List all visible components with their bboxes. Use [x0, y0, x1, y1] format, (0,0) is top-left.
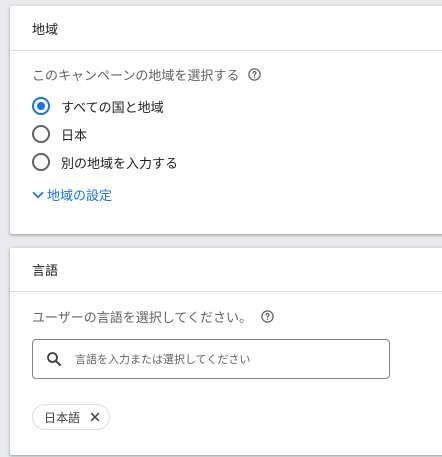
help-icon[interactable] — [247, 67, 262, 82]
languages-title: 言語 — [32, 264, 59, 279]
languages-card-header: 言語 — [10, 248, 442, 292]
language-search-box[interactable] — [32, 339, 390, 379]
language-search-input[interactable] — [73, 351, 377, 367]
language-chip: 日本語 — [32, 404, 111, 430]
radio-label: 別の地域を入力する — [61, 156, 179, 172]
radio-label: すべての国と地域 — [61, 100, 164, 116]
selected-languages: 日本語 — [32, 404, 442, 430]
radio-button[interactable] — [32, 125, 50, 143]
radio-button-checked[interactable] — [32, 97, 50, 115]
radio-option-all-countries[interactable]: すべての国と地域 — [32, 92, 442, 120]
locations-title: 地域 — [32, 22, 59, 38]
locations-card: 地域 このキャンペーンの地域を選択する すべての国と地域 日本 別の地域を入力す… — [10, 6, 442, 234]
search-icon — [45, 350, 63, 368]
radio-label: 日本 — [61, 128, 88, 144]
help-icon[interactable] — [260, 309, 275, 324]
chevron-down-icon — [29, 186, 47, 204]
language-chip-label: 日本語 — [44, 410, 81, 425]
location-radio-group: すべての国と地域 日本 別の地域を入力する — [32, 92, 442, 176]
languages-question: ユーザーの言語を選択してください。 — [32, 311, 252, 326]
languages-card-body: ユーザーの言語を選択してください。 日本語 — [10, 292, 442, 430]
locations-question-row: このキャンペーンの地域を選択する — [32, 51, 442, 84]
languages-card: 言語 ユーザーの言語を選択してください。 言語を入力または選択してください 日本… — [10, 248, 442, 455]
locations-card-header: 地域 — [10, 6, 442, 51]
radio-option-japan[interactable]: 日本 — [32, 120, 442, 148]
location-settings-label: 地域の設定 — [47, 189, 113, 204]
locations-card-body: このキャンペーンの地域を選択する すべての国と地域 日本 別の地域を入力する 地… — [10, 51, 442, 204]
languages-question-row: ユーザーの言語を選択してください。 — [32, 292, 442, 326]
radio-button[interactable] — [32, 153, 50, 171]
locations-question: このキャンペーンの地域を選択する — [32, 69, 240, 84]
radio-option-other-location[interactable]: 別の地域を入力する — [32, 148, 442, 176]
close-icon[interactable] — [89, 411, 101, 423]
location-settings-link[interactable]: 地域の設定 — [29, 185, 442, 204]
